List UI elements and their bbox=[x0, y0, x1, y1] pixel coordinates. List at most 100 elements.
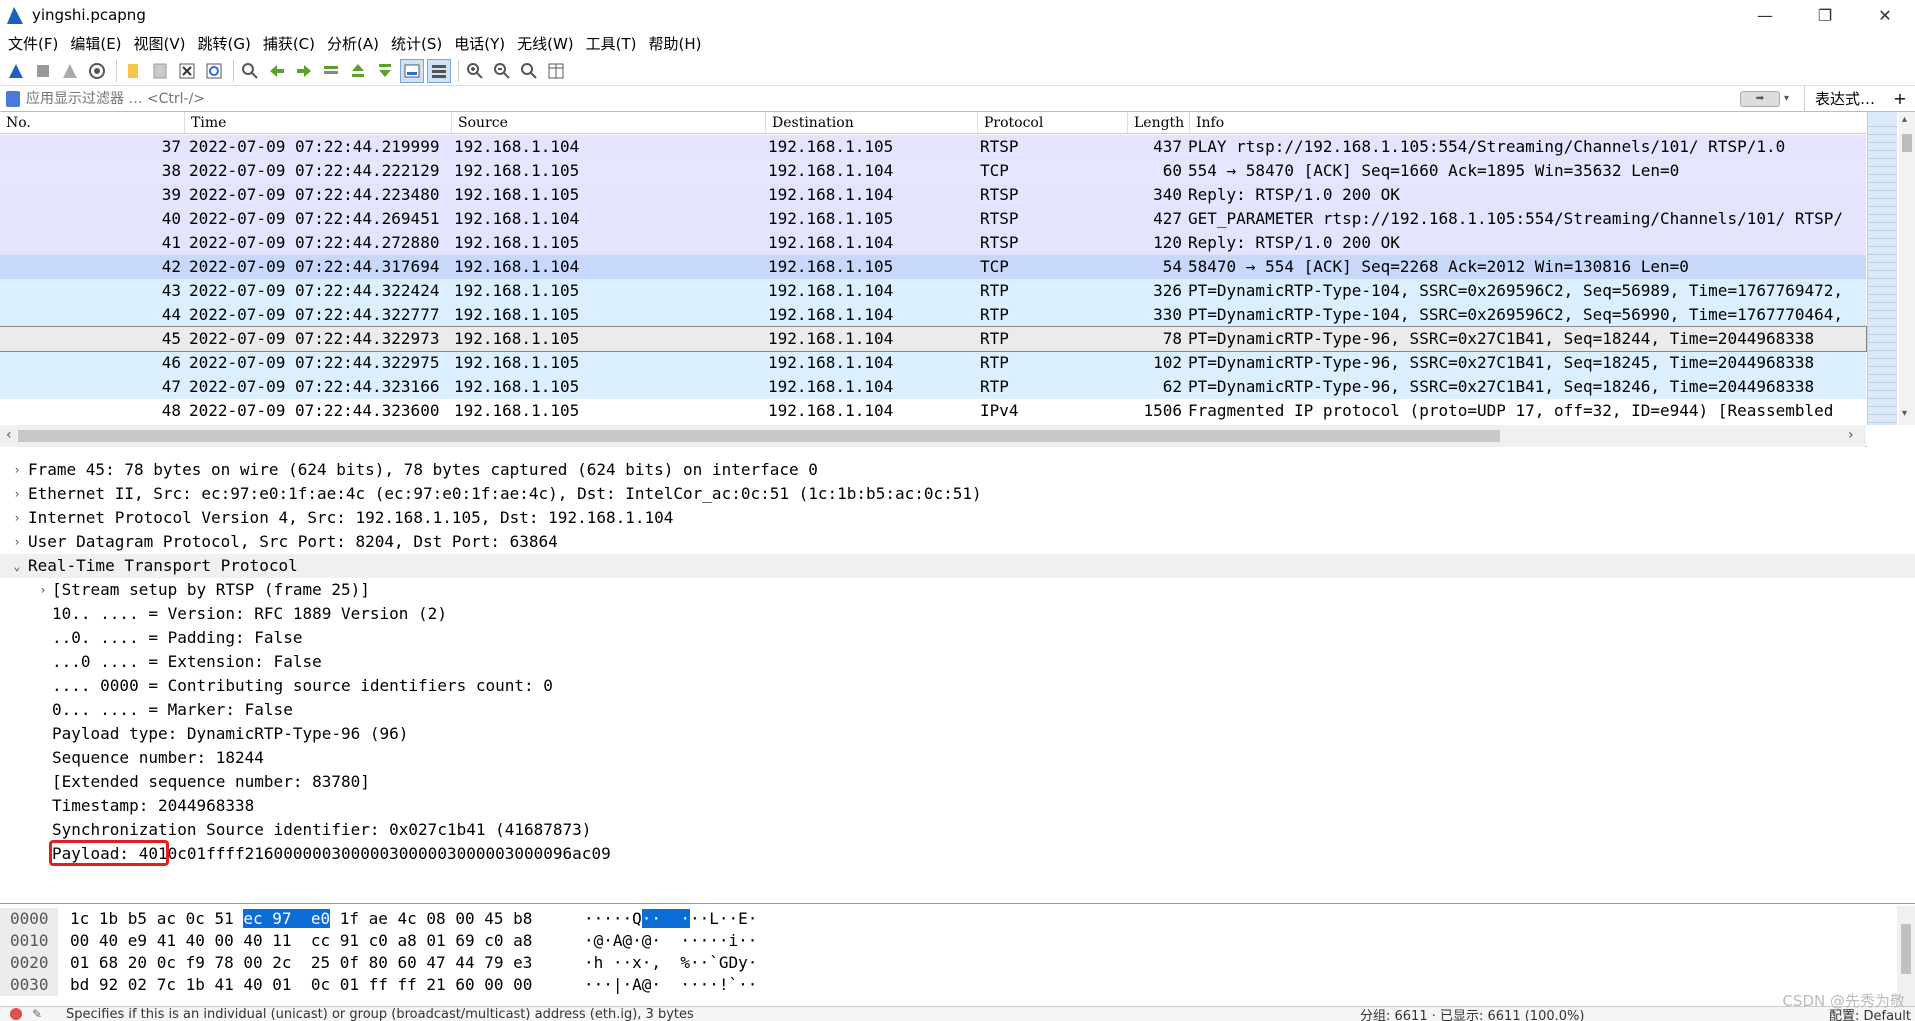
tree-item-stream-setup[interactable]: › [Stream setup by RTSP (frame 25)] bbox=[0, 578, 1915, 602]
tree-item-ip[interactable]: › Internet Protocol Version 4, Src: 192.1… bbox=[0, 506, 1915, 530]
tree-item-csrc-count[interactable]: ›.... 0000 = Contributing source identif… bbox=[0, 674, 1915, 698]
colorize-icon[interactable] bbox=[427, 58, 451, 83]
vscroll-thumb[interactable] bbox=[1901, 924, 1911, 974]
tree-item-timestamp[interactable]: ›Timestamp: 2044968338 bbox=[0, 794, 1915, 818]
packet-row[interactable]: 45 2022-07-09 07:22:44.322973 192.168.1.10… bbox=[0, 326, 1867, 352]
open-file-icon[interactable] bbox=[121, 59, 145, 83]
chevron-down-icon[interactable]: ▾ bbox=[1784, 93, 1796, 104]
find-packet-icon[interactable] bbox=[238, 59, 262, 83]
menu-edit[interactable]: 编辑(E) bbox=[66, 33, 129, 54]
last-packet-icon[interactable] bbox=[373, 59, 397, 83]
bytes-row[interactable]: 0020 01 68 20 0c f9 78 00 2c 25 0f 80 60 … bbox=[0, 952, 1915, 974]
packet-row[interactable]: 44 2022-07-09 07:22:44.322777 192.168.1.10… bbox=[0, 303, 1866, 327]
packet-row[interactable]: 39 2022-07-09 07:22:44.223480 192.168.1.10… bbox=[0, 183, 1866, 207]
reload-file-icon[interactable] bbox=[202, 59, 226, 83]
bytes-ascii[interactable]: ···|·A@· ····!`·· bbox=[578, 974, 757, 996]
bytes-hex[interactable]: 01 68 20 0c f9 78 00 2c 25 0f 80 60 47 4… bbox=[58, 952, 578, 974]
chevron-right-icon[interactable]: › bbox=[10, 482, 24, 506]
go-forward-icon[interactable] bbox=[292, 59, 316, 83]
column-info[interactable]: Info bbox=[1190, 112, 1866, 133]
bookmark-icon[interactable] bbox=[6, 90, 20, 107]
packet-minimap[interactable] bbox=[1867, 112, 1897, 425]
menu-tools[interactable]: 工具(T) bbox=[582, 33, 645, 54]
apply-filter-icon[interactable]: ➡ bbox=[1739, 90, 1780, 107]
maximize-button[interactable]: ❐ bbox=[1795, 0, 1855, 30]
bytes-hex[interactable]: bd 92 02 7c 1b 41 40 01 0c 01 ff ff 21 6… bbox=[58, 974, 578, 996]
close-button[interactable]: ✕ bbox=[1855, 0, 1915, 30]
menu-telephony[interactable]: 电话(Y) bbox=[450, 33, 513, 54]
first-packet-icon[interactable] bbox=[346, 59, 370, 83]
tree-item-ethernet[interactable]: › Ethernet II, Src: ec:97:e0:1f:ae:4c (ec… bbox=[0, 482, 1915, 506]
menu-statistics[interactable]: 统计(S) bbox=[387, 33, 450, 54]
save-file-icon[interactable] bbox=[148, 59, 172, 83]
zoom-out-icon[interactable] bbox=[490, 59, 514, 83]
bytes-row[interactable]: 0000 1c 1b b5 ac 0c 51 ec 97 e0 1f ae 4c … bbox=[0, 908, 1915, 930]
start-capture-icon[interactable] bbox=[4, 59, 28, 83]
menu-view[interactable]: 视图(V) bbox=[130, 33, 194, 54]
bytes-ascii[interactable]: ·····Q·· ···L··E· bbox=[578, 908, 757, 930]
chevron-right-icon[interactable]: › bbox=[1848, 427, 1854, 443]
packet-row[interactable]: 42 2022-07-09 07:22:44.317694 192.168.1.10… bbox=[0, 255, 1866, 279]
column-time[interactable]: Time bbox=[185, 112, 452, 133]
zoom-reset-icon[interactable] bbox=[517, 59, 541, 83]
tree-item-extension[interactable]: ›...0 .... = Extension: False bbox=[0, 650, 1915, 674]
chevron-up-icon[interactable]: ▴ bbox=[1902, 114, 1907, 125]
chevron-right-icon[interactable]: › bbox=[36, 578, 50, 602]
chevron-down-icon[interactable]: ⌄ bbox=[10, 554, 24, 578]
tree-item-frame[interactable]: › Frame 45: 78 bytes on wire (624 bits), … bbox=[0, 458, 1915, 482]
menu-capture[interactable]: 捕获(C) bbox=[259, 33, 323, 54]
packet-row[interactable]: 48 2022-07-09 07:22:44.323600 192.168.1.10… bbox=[0, 399, 1866, 423]
tree-item-marker[interactable]: ›0... .... = Marker: False bbox=[0, 698, 1915, 722]
tree-item-ssrc[interactable]: ›Synchronization Source identifier: 0x02… bbox=[0, 818, 1915, 842]
vscroll-thumb[interactable] bbox=[1902, 134, 1912, 152]
column-no[interactable]: No. bbox=[0, 112, 185, 133]
capture-options-icon[interactable] bbox=[85, 59, 109, 83]
stop-capture-icon[interactable] bbox=[31, 59, 55, 83]
menu-help[interactable]: 帮助(H) bbox=[645, 33, 710, 54]
menu-go[interactable]: 跳转(G) bbox=[194, 33, 259, 54]
tree-item-rtp[interactable]: ⌄ Real-Time Transport Protocol bbox=[0, 554, 1915, 578]
expert-info-icon[interactable] bbox=[10, 1008, 22, 1020]
hscroll-thumb[interactable] bbox=[18, 430, 1500, 442]
bytes-hex[interactable]: 1c 1b b5 ac 0c 51 ec 97 e0 1f ae 4c 08 0… bbox=[58, 908, 578, 930]
column-source[interactable]: Source bbox=[452, 112, 766, 133]
pencil-icon[interactable]: ✎ bbox=[32, 1007, 46, 1021]
expression-button[interactable]: 表达式… bbox=[1803, 85, 1885, 112]
chevron-right-icon[interactable]: › bbox=[10, 458, 24, 482]
packet-row[interactable]: 37 2022-07-09 07:22:44.219999 192.168.1.10… bbox=[0, 135, 1866, 159]
tree-item-version[interactable]: ›10.. .... = Version: RFC 1889 Version (… bbox=[0, 602, 1915, 626]
zoom-in-icon[interactable] bbox=[463, 59, 487, 83]
tree-item-payload[interactable]: ›Payload: 4010c01ffff2160000003000003000… bbox=[0, 842, 1915, 866]
go-to-packet-icon[interactable] bbox=[319, 59, 343, 83]
vscroll-track[interactable]: ▴ ▾ bbox=[1899, 112, 1915, 425]
packet-row[interactable]: 43 2022-07-09 07:22:44.322424 192.168.1.10… bbox=[0, 279, 1866, 303]
bytes-row[interactable]: 0010 00 40 e9 41 40 00 40 11 cc 91 c0 a8 … bbox=[0, 930, 1915, 952]
chevron-right-icon[interactable]: › bbox=[10, 506, 24, 530]
column-protocol[interactable]: Protocol bbox=[978, 112, 1128, 133]
auto-scroll-icon[interactable] bbox=[400, 58, 424, 83]
tree-item-padding[interactable]: ›..0. .... = Padding: False bbox=[0, 626, 1915, 650]
add-filter-button[interactable]: + bbox=[1885, 89, 1915, 108]
packet-row[interactable]: 46 2022-07-09 07:22:44.322975 192.168.1.10… bbox=[0, 351, 1866, 375]
chevron-right-icon[interactable]: › bbox=[10, 530, 24, 554]
bytes-hex[interactable]: 00 40 e9 41 40 00 40 11 cc 91 c0 a8 01 6… bbox=[58, 930, 578, 952]
bytes-row[interactable]: 0030 bd 92 02 7c 1b 41 40 01 0c 01 ff ff … bbox=[0, 974, 1915, 996]
bytes-ascii[interactable]: ·@·A@·@· ·····i·· bbox=[578, 930, 757, 952]
packet-row[interactable]: 41 2022-07-09 07:22:44.272880 192.168.1.10… bbox=[0, 231, 1866, 255]
resize-columns-icon[interactable] bbox=[544, 59, 568, 83]
go-back-icon[interactable] bbox=[265, 59, 289, 83]
column-destination[interactable]: Destination bbox=[766, 112, 978, 133]
close-file-icon[interactable] bbox=[175, 59, 199, 83]
chevron-down-icon[interactable]: ▾ bbox=[1902, 408, 1907, 419]
display-filter-input[interactable] bbox=[20, 87, 1740, 110]
packet-list-vscrollbar[interactable]: ▴ ▾ bbox=[1867, 112, 1915, 447]
tree-item-payload-type[interactable]: ›Payload type: DynamicRTP-Type-96 (96) bbox=[0, 722, 1915, 746]
tree-item-udp[interactable]: › User Datagram Protocol, Src Port: 8204,… bbox=[0, 530, 1915, 554]
restart-capture-icon[interactable] bbox=[58, 59, 82, 83]
minimize-button[interactable]: — bbox=[1735, 0, 1795, 30]
tree-item-sequence-number[interactable]: ›Sequence number: 18244 bbox=[0, 746, 1915, 770]
packet-row[interactable]: 38 2022-07-09 07:22:44.222129 192.168.1.10… bbox=[0, 159, 1866, 183]
packet-row[interactable]: 47 2022-07-09 07:22:44.323166 192.168.1.10… bbox=[0, 375, 1866, 399]
menu-file[interactable]: 文件(F) bbox=[4, 33, 66, 54]
menu-wireless[interactable]: 无线(W) bbox=[513, 33, 582, 54]
